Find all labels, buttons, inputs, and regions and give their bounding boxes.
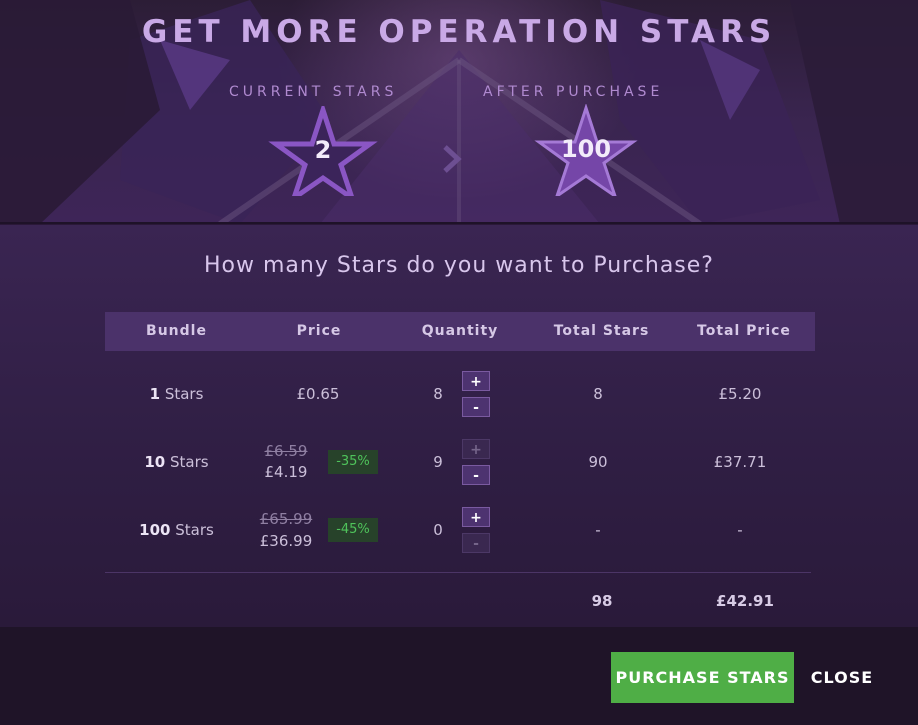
current-stars-label: CURRENT STARS xyxy=(229,84,398,100)
original-price: £6.59 xyxy=(264,442,308,460)
column-header-price: Price xyxy=(296,323,342,339)
row-total-stars: 90 xyxy=(588,453,608,471)
quantity-increment-button[interactable]: + xyxy=(462,439,490,459)
bundle-price: £0.65 xyxy=(296,385,340,403)
bundle-count: 100 xyxy=(139,521,171,539)
quantity-decrement-button[interactable]: - xyxy=(462,465,490,485)
after-purchase-stars-badge: 100 xyxy=(531,104,641,204)
totals-divider xyxy=(105,572,811,573)
table-row-bundle: 1 Stars xyxy=(105,385,248,403)
close-button[interactable]: CLOSE xyxy=(806,652,878,703)
row-total-stars: - xyxy=(595,521,601,539)
quantity-increment-button[interactable]: + xyxy=(462,371,490,391)
table-row-bundle: 10 Stars xyxy=(105,453,248,471)
bundle-unit: Stars xyxy=(175,521,214,539)
grand-total-stars: 98 xyxy=(591,592,613,610)
quantity-increment-button[interactable]: + xyxy=(462,507,490,527)
column-header-bundle: Bundle xyxy=(146,323,207,339)
bundle-price: £4.19 xyxy=(264,463,308,481)
original-price: £65.99 xyxy=(259,510,313,528)
after-purchase-stars-value: 100 xyxy=(560,135,612,163)
discount-badge: -45% xyxy=(328,518,378,542)
quantity-decrement-button[interactable]: - xyxy=(462,397,490,417)
column-header-total-stars: Total Stars xyxy=(553,323,650,339)
table-row-bundle: 100 Stars xyxy=(105,521,248,539)
quantity-decrement-button[interactable]: - xyxy=(462,533,490,553)
page-title: GET MORE OPERATION STARS xyxy=(141,14,777,50)
purchase-question: How many Stars do you want to Purchase? xyxy=(204,253,714,278)
purchase-stars-button[interactable]: PURCHASE STARS xyxy=(611,652,794,703)
discount-badge: -35% xyxy=(328,450,378,474)
bundle-unit: Stars xyxy=(164,385,204,403)
chevron-right-icon xyxy=(443,145,462,173)
bundle-count: 1 xyxy=(149,385,161,403)
purchase-panel xyxy=(0,225,918,627)
header-divider xyxy=(0,222,918,224)
row-total-price: £5.20 xyxy=(718,385,762,403)
grand-total-price: £42.91 xyxy=(716,592,774,610)
quantity-value: 8 xyxy=(433,385,443,403)
row-total-price: - xyxy=(737,521,743,539)
bundle-price: £36.99 xyxy=(259,532,313,550)
bundle-count: 10 xyxy=(144,453,166,471)
current-stars-value: 2 xyxy=(314,136,332,164)
current-stars-badge: 2 xyxy=(268,106,378,206)
quantity-value: 9 xyxy=(433,453,443,471)
after-purchase-label: AFTER PURCHASE xyxy=(483,84,664,100)
table-header: Bundle Price Quantity Total Stars Total … xyxy=(105,312,815,351)
column-header-quantity: Quantity xyxy=(421,323,499,339)
column-header-total-price: Total Price xyxy=(697,323,791,339)
quantity-value: 0 xyxy=(433,521,443,539)
bundle-unit: Stars xyxy=(170,453,209,471)
row-total-stars: 8 xyxy=(593,385,603,403)
row-total-price: £37.71 xyxy=(713,453,767,471)
